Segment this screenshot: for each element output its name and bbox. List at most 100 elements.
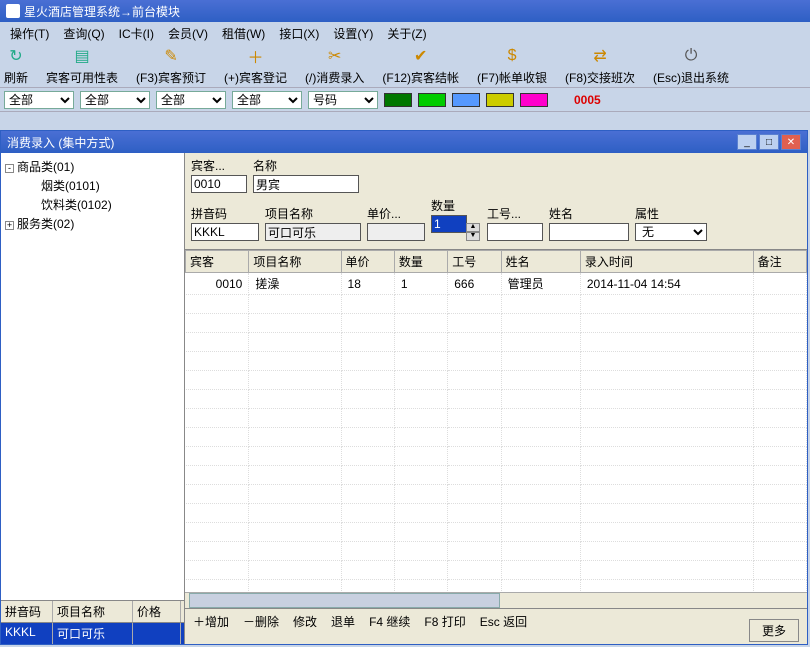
status-swatch[interactable] bbox=[418, 93, 446, 107]
counter-display: 0005 bbox=[574, 93, 601, 107]
filter-bar: 全部全部全部全部号码0005 bbox=[0, 88, 810, 112]
toolbar-label: (+)宾客登记 bbox=[224, 69, 287, 86]
grid-row[interactable]: 0010搓澡181666管理员2014-11-04 14:54 bbox=[186, 273, 807, 295]
footer-action[interactable]: 修改 bbox=[293, 613, 317, 630]
menu-item[interactable]: 接口(X) bbox=[273, 23, 325, 44]
status-swatch[interactable] bbox=[486, 93, 514, 107]
staffid-input[interactable] bbox=[487, 223, 543, 241]
toolbar-label: 宾客可用性表 bbox=[46, 69, 118, 86]
toolbar-button[interactable]: $(F7)帐单收银 bbox=[477, 45, 547, 86]
attr-label: 属性 bbox=[635, 205, 707, 222]
footer-action[interactable]: ＋增加 bbox=[193, 613, 229, 630]
toolbar-button[interactable]: ⇄(F8)交接班次 bbox=[565, 45, 635, 86]
toolbar-button[interactable]: ⏻(Esc)退出系统 bbox=[653, 45, 729, 86]
toolbar-button[interactable]: ✎(F3)宾客预订 bbox=[136, 45, 206, 86]
tree-node[interactable]: 饮料类(0102) bbox=[5, 195, 180, 214]
maximize-button[interactable]: □ bbox=[759, 134, 779, 150]
menu-item[interactable]: 关于(Z) bbox=[381, 23, 432, 44]
grid-header[interactable]: 姓名 bbox=[501, 251, 580, 273]
toolbar-label: (/)消费录入 bbox=[305, 69, 364, 86]
close-button[interactable]: ✕ bbox=[781, 134, 801, 150]
tree-toggle-icon[interactable]: + bbox=[5, 221, 14, 230]
toolbar-label: (Esc)退出系统 bbox=[653, 69, 729, 86]
item-input[interactable] bbox=[265, 223, 361, 241]
qty-input[interactable] bbox=[431, 215, 467, 233]
toolbar-button[interactable]: ✔(F12)宾客结帐 bbox=[382, 45, 459, 86]
minimize-button[interactable]: _ bbox=[737, 134, 757, 150]
entry-pane: 宾客... 名称 拼音码 项目名称 bbox=[185, 153, 807, 644]
filter-combo[interactable]: 全部 bbox=[80, 91, 150, 109]
toolbar-button[interactable]: ✂ (/)消费录入 bbox=[305, 45, 364, 86]
toolbar-label: (F3)宾客预订 bbox=[136, 69, 206, 86]
status-swatch[interactable] bbox=[452, 93, 480, 107]
grid-header[interactable]: 项目名称 bbox=[249, 251, 341, 273]
lookup-row-selected[interactable]: KKKL 可口可乐 bbox=[1, 623, 184, 644]
entry-form: 宾客... 名称 拼音码 项目名称 bbox=[185, 153, 807, 249]
tree-label: 服务类(02) bbox=[17, 217, 74, 231]
category-tree[interactable]: -商品类(01) 烟类(0101) 饮料类(0102) +服务类(02) bbox=[1, 153, 184, 600]
col-price: 价格 bbox=[133, 601, 181, 622]
menu-item[interactable]: 租借(W) bbox=[216, 23, 271, 44]
horizontal-scrollbar[interactable] bbox=[185, 592, 807, 608]
grid-header[interactable]: 备注 bbox=[753, 251, 806, 273]
menu-item[interactable]: IC卡(I) bbox=[113, 23, 160, 44]
name-input[interactable] bbox=[253, 175, 359, 193]
price-input[interactable] bbox=[367, 223, 425, 241]
menubar: 操作(T)查询(Q)IC卡(I)会员(V)租借(W)接口(X)设置(Y)关于(Z… bbox=[0, 22, 810, 44]
attr-select[interactable]: 无 bbox=[635, 223, 707, 241]
staffid-label[interactable]: 工号... bbox=[487, 205, 543, 222]
grid-cell: 0010 bbox=[186, 273, 249, 295]
grid-cell: 666 bbox=[448, 273, 501, 295]
menu-item[interactable]: 会员(V) bbox=[162, 23, 214, 44]
filter-combo[interactable]: 全部 bbox=[4, 91, 74, 109]
qty-label: 数量 bbox=[431, 197, 481, 214]
footer-action[interactable]: －删除 bbox=[243, 613, 279, 630]
toolbar-icon: ✂ bbox=[324, 45, 346, 67]
tree-label: 饮料类(0102) bbox=[41, 198, 112, 212]
filter-combo[interactable]: 全部 bbox=[232, 91, 302, 109]
grid-cell bbox=[753, 273, 806, 295]
qty-up-button[interactable]: ▲ bbox=[466, 223, 480, 232]
more-button[interactable]: 更多 bbox=[749, 619, 799, 642]
item-lookup-grid[interactable]: 拼音码 项目名称 价格 KKKL 可口可乐 bbox=[1, 600, 184, 644]
grid-header[interactable]: 录入时间 bbox=[580, 251, 753, 273]
tree-toggle-icon[interactable]: - bbox=[5, 164, 14, 173]
toolbar-button[interactable]: ▤宾客可用性表 bbox=[46, 45, 118, 86]
pinyin-input[interactable] bbox=[191, 223, 259, 241]
grid-cell: 搓澡 bbox=[249, 273, 341, 295]
status-swatch[interactable] bbox=[520, 93, 548, 107]
consume-dialog: 消费录入 (集中方式) _ □ ✕ -商品类(01)烟类(0101)饮料类(01… bbox=[0, 130, 808, 645]
grid-cell: 18 bbox=[341, 273, 394, 295]
status-swatch[interactable] bbox=[384, 93, 412, 107]
grid-header[interactable]: 单价 bbox=[341, 251, 394, 273]
grid-header[interactable]: 宾客 bbox=[186, 251, 249, 273]
tree-node[interactable]: 烟类(0101) bbox=[5, 176, 180, 195]
name-label: 名称 bbox=[253, 157, 359, 174]
guest-input[interactable] bbox=[191, 175, 247, 193]
pinyin-label: 拼音码 bbox=[191, 205, 259, 222]
grid-header[interactable]: 工号 bbox=[448, 251, 501, 273]
menu-item[interactable]: 查询(Q) bbox=[57, 23, 110, 44]
footer-action[interactable]: 退单 bbox=[331, 613, 355, 630]
staffname-label: 姓名 bbox=[549, 205, 629, 222]
toolbar-button[interactable]: ↻刷新 bbox=[4, 45, 28, 86]
footer-action[interactable]: F4 继续 bbox=[369, 613, 410, 630]
footer-action[interactable]: F8 打印 bbox=[424, 613, 465, 630]
toolbar-button[interactable]: ＋(+)宾客登记 bbox=[224, 45, 287, 86]
filter-combo[interactable]: 号码 bbox=[308, 91, 378, 109]
filter-combo[interactable]: 全部 bbox=[156, 91, 226, 109]
grid-cell: 2014-11-04 14:54 bbox=[580, 273, 753, 295]
guest-label[interactable]: 宾客... bbox=[191, 157, 247, 174]
qty-down-button[interactable]: ▼ bbox=[466, 232, 480, 241]
footer-action[interactable]: Esc 返回 bbox=[480, 613, 527, 630]
price-label[interactable]: 单价... bbox=[367, 205, 425, 222]
item-label: 项目名称 bbox=[265, 205, 361, 222]
menu-item[interactable]: 设置(Y) bbox=[327, 23, 379, 44]
entries-grid[interactable]: 宾客项目名称单价数量工号姓名录入时间备注 0010搓澡181666管理员2014… bbox=[185, 249, 807, 592]
staffname-input[interactable] bbox=[549, 223, 629, 241]
grid-header[interactable]: 数量 bbox=[394, 251, 447, 273]
menu-item[interactable]: 操作(T) bbox=[4, 23, 55, 44]
tree-node[interactable]: -商品类(01) bbox=[5, 157, 180, 176]
tree-label: 烟类(0101) bbox=[41, 179, 100, 193]
tree-node[interactable]: +服务类(02) bbox=[5, 214, 180, 233]
